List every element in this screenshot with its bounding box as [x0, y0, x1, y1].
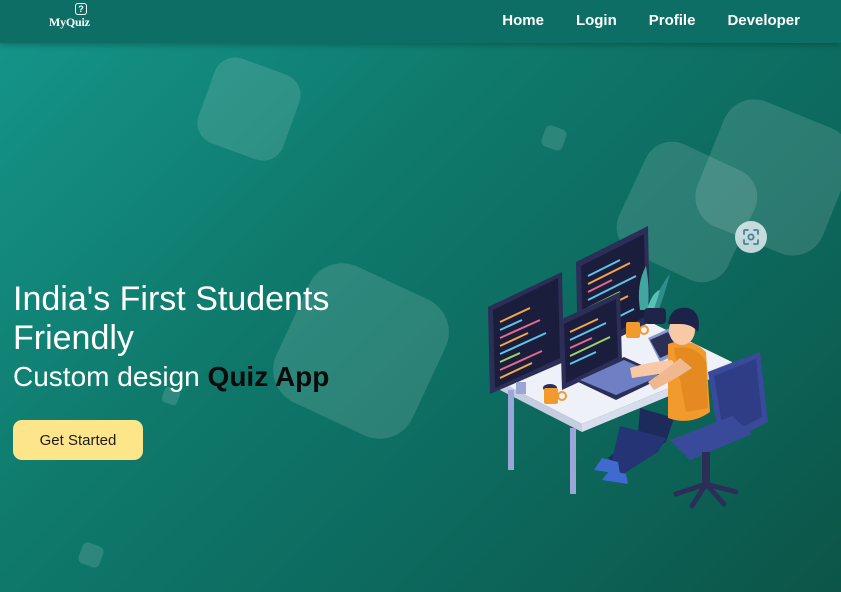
bg-shape [191, 51, 307, 167]
bg-shape [76, 540, 106, 570]
scan-button[interactable] [735, 221, 767, 253]
bg-shape [539, 123, 569, 153]
hero-title: India's First Students Friendly [13, 280, 330, 357]
landing-page: ? MyQuiz Home Login Profile Developer In… [0, 0, 841, 592]
logo[interactable]: ? MyQuiz [48, 3, 100, 39]
navbar: ? MyQuiz Home Login Profile Developer [0, 0, 841, 43]
quiz-logo-icon: ? [75, 3, 87, 15]
nav-home-link[interactable]: Home [502, 12, 544, 29]
nav-login-link[interactable]: Login [576, 12, 617, 29]
hero-subtitle-prefix: Custom design [13, 361, 208, 392]
scan-focus-icon [743, 229, 759, 245]
hero-subtitle: Custom design Quiz App [13, 360, 329, 394]
nav-links: Home Login Profile Developer [470, 0, 800, 40]
logo-text: MyQuiz [49, 15, 90, 29]
nav-developer-link[interactable]: Developer [727, 12, 800, 29]
developer-at-desk-illustration [488, 226, 768, 509]
hero-subtitle-accent: Quiz App [207, 361, 330, 392]
get-started-button[interactable]: Get Started [13, 420, 143, 460]
nav-profile-link[interactable]: Profile [649, 12, 696, 29]
